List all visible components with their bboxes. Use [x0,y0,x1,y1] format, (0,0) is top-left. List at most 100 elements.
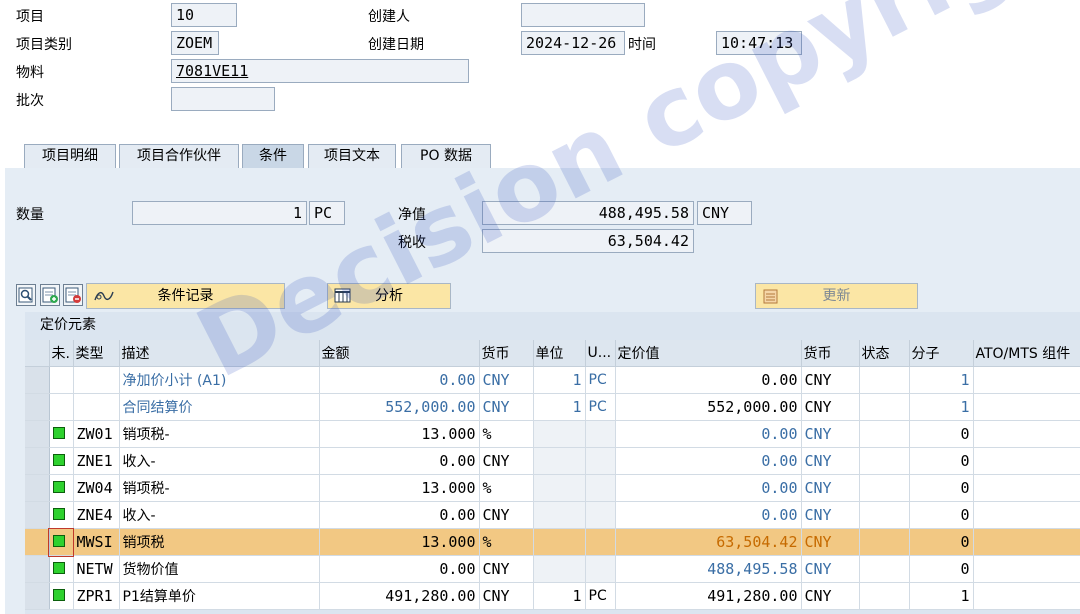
detail-button[interactable] [16,284,36,306]
value-currency-cell: CNY [801,420,860,448]
numerator-cell: 0 [909,474,974,502]
time-field[interactable]: 10:47:13 [716,31,802,55]
item-field[interactable]: 10 [171,3,237,27]
condition-value-cell-text: 0.00 [761,452,798,470]
condition-value-cell-text: 0.00 [761,371,798,389]
table-row[interactable]: ZW04 销项税- 13.000% 0.00 CNY 0 [25,474,1080,502]
pricing-elements-table: 未. 类型 描述 金额 货币 单位 U... 定价值 货币 状态 分子 ATO/… [25,340,1080,610]
analysis-button[interactable]: 分析 [327,283,451,309]
value-currency-cell: CNY [801,582,860,610]
col-per[interactable]: 单位 [533,340,586,367]
numerator-cell-text: 0 [960,560,970,578]
row-selector[interactable] [25,501,50,529]
col-type[interactable]: 类型 [73,340,120,367]
row-selector[interactable] [25,555,50,583]
row-selector[interactable] [25,447,50,475]
creator-field[interactable] [521,3,645,27]
value-currency-cell: CNY [801,528,860,556]
description-cell: 收入- [119,501,320,529]
delete-row-button[interactable] [63,284,83,306]
table-row[interactable]: ZPR1 P1结算单价 491,280.00 CNY 1 PC 491,280.00 CNY 1 [25,582,1080,610]
col-numerator[interactable]: 分子 [909,340,974,367]
value-currency-cell: CNY [801,447,860,475]
per-cell: 1 [533,393,586,421]
col-value-currency[interactable]: 货币 [801,340,860,367]
table-row[interactable]: ZW01 销项税- 13.000% 0.00 CNY 0 [25,420,1080,448]
table-row[interactable]: ZNE4 收入- 0.00 CNY 0.00 CNY 0 [25,501,1080,529]
col-description[interactable]: 描述 [119,340,320,367]
amount-cell: 13.000 [319,420,480,448]
ato-mts-cell [973,447,1080,475]
description-cell: 净加价小计 (A1) [119,366,320,394]
tab-po-data[interactable]: PO 数据 [401,144,491,168]
table-row[interactable]: 净加价小计 (A1) 0.00 CNY 1 PC 0.00 CNY 1 [25,366,1080,394]
item-category-field[interactable]: ZOEM [171,31,219,55]
col-uom[interactable]: U... [585,340,616,367]
quantity-field[interactable]: 1 [132,201,307,225]
per-cell-text: 1 [572,398,582,416]
creator-label: 创建人 [368,9,410,25]
col-currency[interactable]: 货币 [479,340,534,367]
row-selector[interactable] [25,582,50,610]
col-inactive[interactable]: 未. [49,340,74,367]
ato-mts-cell [973,393,1080,421]
currency-cell: CNY [479,501,534,529]
tab-conditions[interactable]: 条件 [242,144,304,168]
condition-value-cell: 552,000.00 [615,393,802,421]
table-row[interactable]: 合同结算价 552,000.00 CNY 1 PC 552,000.00 CNY 1 [25,393,1080,421]
tab-item-text[interactable]: 项目文本 [308,144,396,168]
quantity-unit-field[interactable]: PC [309,201,345,225]
table-row[interactable]: NETW 货物价值 0.00 CNY 488,495.58 CNY 0 [25,555,1080,583]
material-field[interactable]: 7081VE11 [171,59,469,83]
created-date-field[interactable]: 2024-12-26 [521,31,625,55]
status-led-icon [52,427,65,439]
row-selector[interactable] [25,528,50,556]
row-selector[interactable] [25,474,50,502]
status-cell [859,366,910,394]
item-category-label: 项目类别 [16,37,72,53]
inactive-cell [49,474,74,502]
insert-row-button[interactable] [40,284,60,306]
amount-cell: 552,000.00 [319,393,480,421]
net-currency-field: CNY [697,201,752,225]
batch-field[interactable] [171,87,275,111]
material-label: 物料 [16,65,44,81]
col-status[interactable]: 状态 [859,340,910,367]
status-cell [859,501,910,529]
uom-cell: PC [585,582,616,610]
condition-value-cell: 0.00 [615,474,802,502]
description-cell: 销项税- [119,420,320,448]
condition-value-cell: 488,495.58 [615,555,802,583]
table-row[interactable]: MWSI 销项税 13.000% 63,504.42 CNY 0 [25,527,1080,557]
status-cell [859,555,910,583]
per-cell-text: 1 [572,587,582,605]
currency-cell: CNY [479,447,534,475]
per-cell [533,447,586,475]
ato-mts-cell [973,555,1080,583]
type-cell: ZNE1 [73,447,120,475]
amount-cell-text: 13.000 [421,425,476,443]
row-selector[interactable] [25,393,50,421]
delete-row-icon [65,287,81,303]
inactive-cell [49,555,74,583]
tab-item-partners[interactable]: 项目合作伙伴 [119,144,239,168]
uom-cell-text: PC [588,399,607,415]
tax-label: 税收 [398,235,426,251]
tab-item-detail[interactable]: 项目明细 [24,144,116,168]
status-led-icon [52,481,65,493]
col-amount[interactable]: 金额 [319,340,480,367]
per-cell [533,555,586,583]
table-row[interactable]: ZNE1 收入- 0.00 CNY 0.00 CNY 0 [25,447,1080,475]
currency-cell-text: CNY [482,560,510,578]
numerator-cell: 0 [909,420,974,448]
col-ato-mts[interactable]: ATO/MTS 组件 [973,340,1080,367]
description-cell-text: 净加价小计 (A1) [122,373,227,389]
row-selector[interactable] [25,366,50,394]
update-button[interactable]: 更新 [755,283,918,309]
currency-cell: CNY [479,366,534,394]
row-selector[interactable] [25,420,50,448]
per-cell: 1 [533,582,586,610]
inactive-cell [49,582,74,610]
condition-record-button[interactable]: 条件记录 [86,283,285,309]
col-condition-value[interactable]: 定价值 [615,340,802,367]
